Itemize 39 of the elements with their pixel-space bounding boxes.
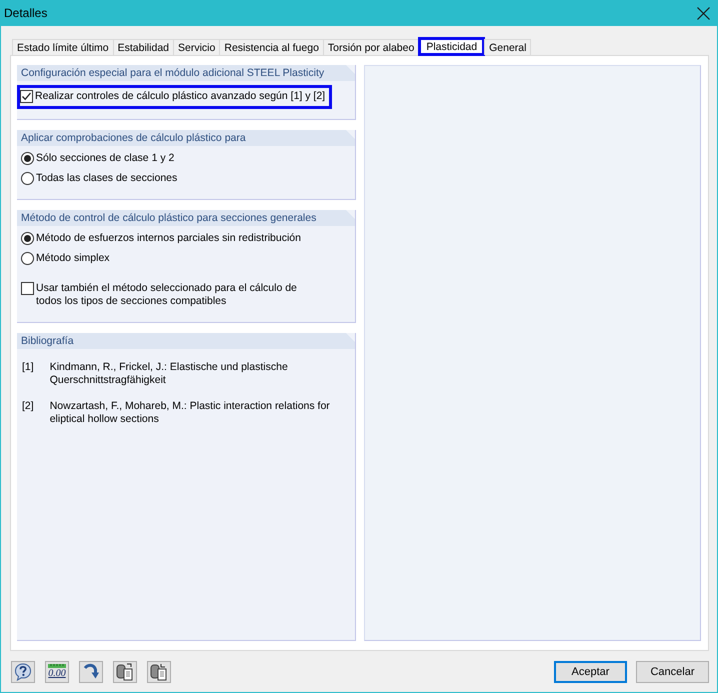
accept-button[interactable]: Aceptar: [554, 660, 627, 682]
import-button[interactable]: [147, 660, 171, 682]
checkbox-label[interactable]: Realizar controles de cálculo plástico avanzado según [1] y [2]: [35, 90, 326, 103]
tab[interactable]: General: [484, 39, 532, 55]
radio-label[interactable]: Método de esfuerzos internos parciales sin redistribución: [36, 232, 301, 245]
group-title: Configuración especial para el módulo adicional STEEL Plasticity: [17, 65, 355, 81]
tab[interactable]: Plasticidad: [418, 37, 486, 56]
group-title: Aplicar comprobaciones de cálculo plástico para: [17, 130, 355, 146]
radio-label[interactable]: Método simplex: [36, 252, 110, 265]
checkbox-label[interactable]: Usar también el método seleccionado para el cálculo de todos los tipos de secciones compatibles: [36, 282, 306, 308]
reference-text: Nowzartash, F., Mohareb, M.: Plastic interaction relations for eliptical hollow sections: [50, 400, 331, 426]
tab[interactable]: Resistencia al fuego: [219, 39, 324, 55]
radio-button[interactable]: [21, 152, 34, 165]
radio-button[interactable]: [21, 172, 34, 185]
page-cylinder-icon: [116, 662, 134, 680]
arrow-button[interactable]: [79, 660, 103, 682]
radio-button[interactable]: [21, 252, 34, 265]
checkbox[interactable]: [20, 90, 33, 103]
close-icon[interactable]: [697, 6, 710, 20]
group-title: Bibliografía: [17, 333, 355, 349]
decimals-button[interactable]: 0.00: [45, 660, 69, 682]
radio-label[interactable]: Todas las clases de secciones: [36, 172, 178, 185]
ruler-icon: [48, 664, 66, 668]
radio-label[interactable]: Sólo secciones de clase 1 y 2: [36, 152, 174, 165]
tab[interactable]: Estado límite último: [12, 39, 114, 55]
reference-number: [2]: [22, 400, 34, 414]
help-icon: [14, 662, 32, 680]
reference-text: Kindmann, R., Frickel, J.: Elastische und plastische Querschnittstragfähigkeit: [50, 361, 289, 387]
group-title: Método de control de cálculo plástico para secciones generales: [17, 210, 355, 226]
window-title: Detalles: [4, 6, 48, 20]
cancel-button[interactable]: Cancelar: [636, 660, 709, 682]
reference-number: [1]: [22, 361, 34, 375]
export-button[interactable]: [113, 660, 137, 682]
tab[interactable]: Torsión por alabeo: [322, 39, 420, 55]
curved-arrow-icon: [83, 663, 99, 680]
radio-button[interactable]: [21, 232, 34, 245]
checkbox[interactable]: [21, 282, 34, 295]
page-cylinder-icon: [150, 662, 168, 680]
help-button[interactable]: [11, 660, 35, 682]
